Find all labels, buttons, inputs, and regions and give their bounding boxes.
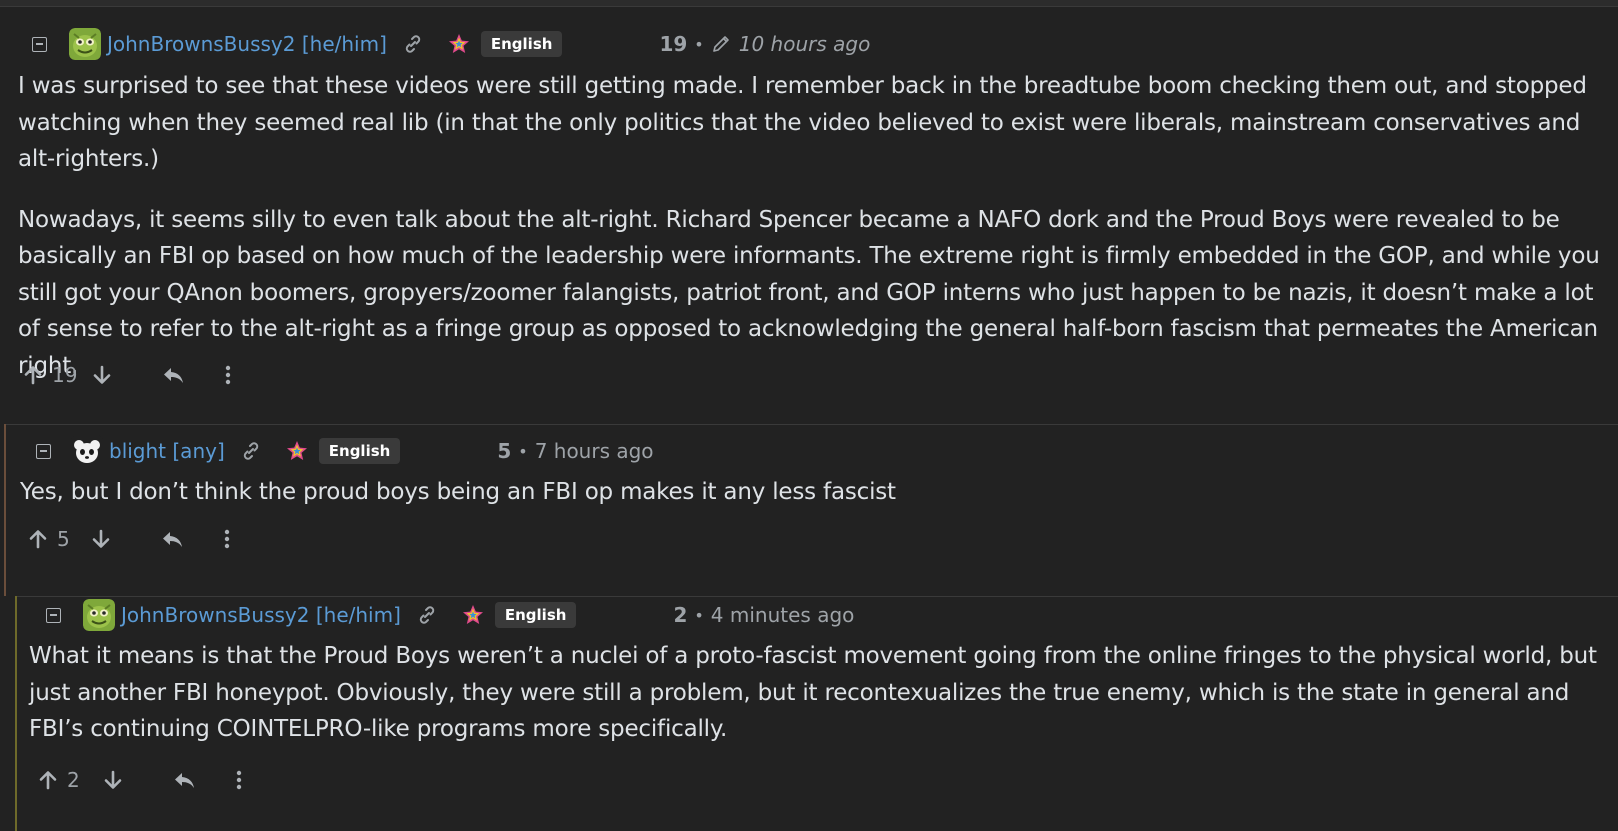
timestamp: 7 hours ago [534,439,654,463]
comment-score: 5 [497,439,512,463]
comment-header: JohnBrownsBussy2 [he/him] English 19 • 1… [32,27,870,61]
comment-body: Yes, but I don’t think the proud boys be… [20,474,1610,511]
timestamp: 10 hours ago [738,32,871,56]
separator-dot: • [694,605,704,625]
upvote-count: 5 [57,527,70,551]
upvote-count: 2 [67,768,80,792]
language-badge: English [480,31,563,57]
timestamp: 4 minutes ago [710,603,855,627]
comment-actions: 5 [27,524,232,554]
comment-score: 2 [673,603,688,627]
language-badge: English [318,438,401,464]
avatar[interactable] [71,435,103,467]
comment-actions: 2 [37,765,244,795]
collapse-minus-icon[interactable] [46,607,61,623]
more-vertical-icon[interactable] [234,769,244,791]
more-vertical-icon[interactable] [222,528,232,550]
pride-star-icon [462,605,483,624]
pride-star-icon [286,441,307,460]
separator-dot: • [518,441,528,461]
username-link[interactable]: JohnBrownsBussy2 [he/him] [121,603,401,627]
comment-body: What it means is that the Proud Boys wer… [29,638,1615,748]
link-icon[interactable] [401,32,425,56]
comment-paragraph: Yes, but I don’t think the proud boys be… [20,479,896,505]
collapse-minus-icon[interactable] [32,36,47,52]
pencil-icon [712,36,729,52]
language-badge: English [494,602,577,628]
comment-header: blight [any] English 5 • 7 hours ago [36,434,654,468]
avatar[interactable] [69,28,101,60]
link-icon[interactable] [415,603,439,627]
separator-dot: • [694,34,704,54]
comment-header: JohnBrownsBussy2 [he/him] English 2 • 4 … [46,598,854,632]
arrow-up-icon[interactable] [37,769,59,791]
pride-star-icon [448,34,469,53]
comment-1: JohnBrownsBussy2 [he/him] English 19 • 1… [0,8,1618,424]
arrow-down-icon[interactable] [91,364,113,386]
comment-score: 19 [659,32,688,56]
upvote-count: 19 [52,363,78,387]
comment-paragraph: What it means is that the Proud Boys wer… [29,643,1597,742]
username-link[interactable]: JohnBrownsBussy2 [he/him] [107,32,387,56]
reply-icon[interactable] [160,528,184,550]
comment-paragraph: I was surprised to see that these videos… [18,73,1587,172]
link-icon[interactable] [239,439,263,463]
more-vertical-icon[interactable] [223,364,233,386]
arrow-down-icon[interactable] [90,528,112,550]
arrow-up-icon[interactable] [27,528,49,550]
reply-icon[interactable] [172,769,196,791]
username-link[interactable]: blight [any] [109,439,225,463]
comment-paragraph: Nowadays, it seems silly to even talk ab… [18,206,1600,379]
reply-icon[interactable] [161,364,185,386]
comment-actions: 19 [22,360,233,390]
top-border [0,0,1618,7]
comment-2: blight [any] English 5 • 7 hours ago Yes… [4,424,1618,596]
avatar[interactable] [83,599,115,631]
collapse-minus-icon[interactable] [36,443,51,459]
arrow-down-icon[interactable] [102,769,124,791]
comment-3: JohnBrownsBussy2 [he/him] English 2 • 4 … [15,596,1618,831]
comment-body: I was surprised to see that these videos… [18,68,1614,384]
arrow-up-icon[interactable] [22,364,44,386]
